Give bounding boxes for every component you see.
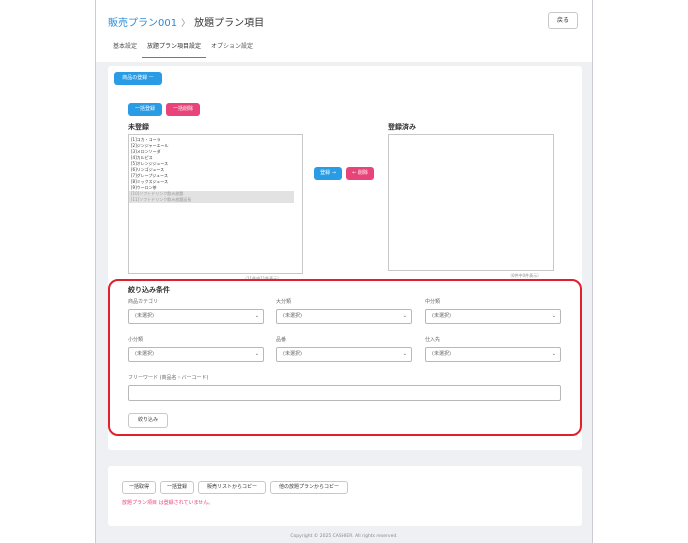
bulk-register-button[interactable]: 一括登録 (128, 103, 162, 116)
back-button[interactable]: 戻る (548, 12, 578, 29)
footer-copyright: Copyright © 2025 CASHIER. All rights res… (290, 534, 398, 539)
registered-listbox[interactable] (388, 134, 554, 271)
bulk-register-bottom-button[interactable]: 一括登録 (160, 481, 194, 494)
bulk-get-button[interactable]: 一括取得 (122, 481, 156, 494)
copy-from-other-plan-button[interactable]: 他の放題プランからコピー (270, 481, 348, 494)
app-frame: 販売プラン001 〉放題プラン項目 戻る 基本設定 放題プラン項目設定 オプション… (95, 0, 593, 543)
bulk-delete-button[interactable]: 一括削除 (166, 103, 200, 116)
product-register-toggle-button[interactable]: 商品の登録 ー (114, 72, 162, 85)
chevron-right-icon: 〉 (181, 19, 191, 29)
tab-bar: 基本設定 放題プラン項目設定 オプション設定 (108, 42, 258, 58)
copy-from-sales-list-button[interactable]: 販売リストからコピー (198, 481, 266, 494)
registered-title: 登録済み (388, 123, 416, 131)
actions-card: 一括取得 一括登録 販売リストからコピー 他の放題プランからコピー 放題プラン項… (108, 466, 582, 526)
unregistered-listbox[interactable]: [1]コカ・コーラ [2]ジンジャーエール [3]メロンソーダ [4]カルピス … (128, 134, 303, 274)
empty-message: 放題プラン項目 は登録されていません。 (122, 500, 214, 506)
page-header: 販売プラン001 〉放題プラン項目 戻る 基本設定 放題プラン項目設定 オプション… (96, 0, 592, 62)
breadcrumb: 販売プラン001 〉放題プラン項目 (108, 14, 264, 29)
tab-plan-items[interactable]: 放題プラン項目設定 (142, 42, 207, 58)
register-arrow-button[interactable]: 登録 → (314, 167, 342, 180)
filter-highlight-box (108, 279, 582, 436)
list-item[interactable]: [11]ソフトドリンク飲み放題延長 (129, 197, 294, 203)
unregistered-title: 未登録 (128, 123, 149, 131)
unregistered-list: [1]コカ・コーラ [2]ジンジャーエール [3]メロンソーダ [4]カルピス … (129, 135, 302, 203)
delete-arrow-button[interactable]: ← 削除 (346, 167, 374, 180)
tab-basic-settings[interactable]: 基本設定 (108, 42, 142, 58)
page-title: 放題プラン項目 (194, 18, 265, 29)
breadcrumb-plan-link[interactable]: 販売プラン001 (108, 18, 177, 29)
tab-option-settings[interactable]: オプション設定 (206, 42, 258, 58)
